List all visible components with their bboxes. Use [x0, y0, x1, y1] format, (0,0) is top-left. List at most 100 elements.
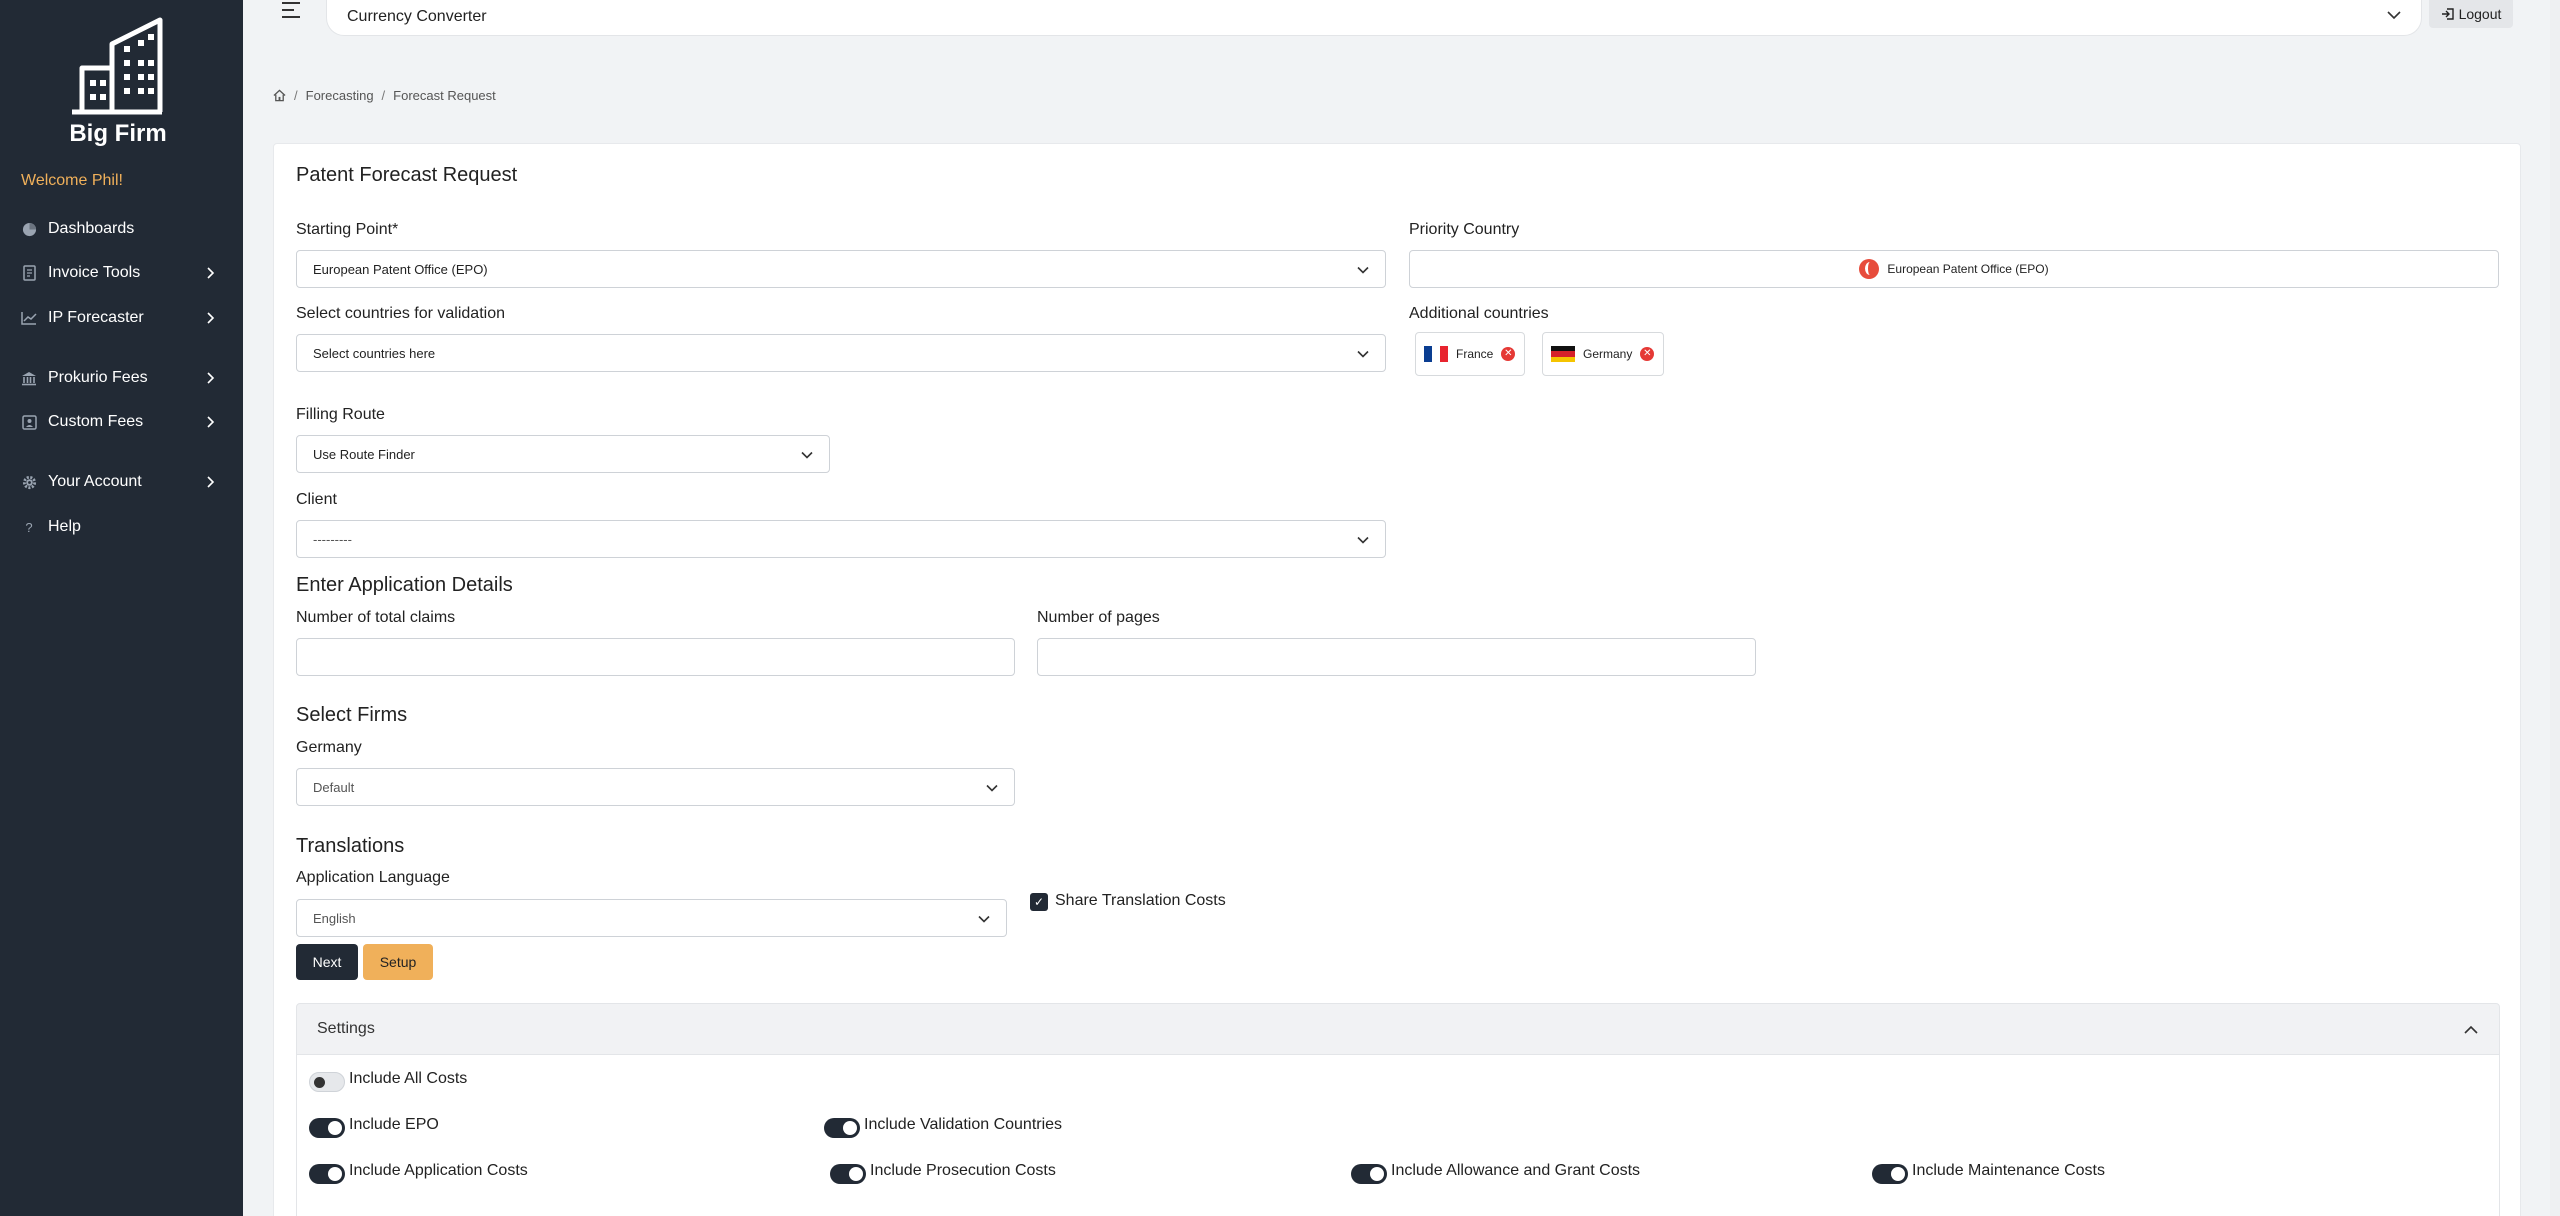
login-icon	[2441, 8, 2454, 20]
question-icon: ?	[25, 519, 33, 535]
germany-flag-icon	[1551, 346, 1575, 362]
next-button[interactable]: Next	[296, 944, 358, 980]
include-epo-toggle[interactable]	[309, 1118, 345, 1138]
setup-button[interactable]: Setup	[363, 944, 433, 980]
include-all-costs-toggle[interactable]	[309, 1072, 345, 1092]
chevron-right-icon	[207, 476, 215, 488]
share-translation-checkbox[interactable]: ✓	[1030, 893, 1048, 911]
breadcrumb-separator: /	[381, 88, 386, 103]
page-title: Patent Forecast Request	[296, 164, 518, 186]
priority-country-value: European Patent Office (EPO)	[1887, 262, 2049, 276]
settings-accordion-header[interactable]: Settings	[296, 1003, 2500, 1055]
sidebar-item-label: Your Account	[48, 473, 142, 490]
sidebar-item-custom-fees[interactable]: Custom Fees	[0, 402, 243, 442]
chevron-down-icon	[801, 451, 813, 459]
sidebar-item-label: Dashboards	[48, 220, 135, 237]
firm-value: Default	[313, 779, 355, 795]
include-validation-countries-label: Include Validation Countries	[864, 1116, 1063, 1133]
filing-route-value: Use Route Finder	[313, 446, 415, 462]
include-all-costs-label: Include All Costs	[349, 1070, 468, 1087]
chevron-right-icon	[207, 312, 215, 324]
starting-point-select[interactable]: European Patent Office (EPO)	[296, 250, 1386, 288]
pages-input[interactable]	[1037, 638, 1756, 676]
firm-select[interactable]: Default	[296, 768, 1015, 806]
country-chip-label: Germany	[1583, 347, 1633, 361]
remove-country-icon[interactable]: ✕	[1640, 347, 1655, 361]
include-validation-countries-toggle[interactable]	[824, 1118, 860, 1138]
user-card-icon	[21, 414, 37, 430]
sidebar-item-dashboards[interactable]: Dashboards	[0, 209, 243, 249]
chevron-down-icon	[978, 915, 990, 923]
dashboard-icon	[21, 221, 37, 237]
france-flag-icon	[1424, 346, 1448, 362]
settings-panel: Include All Costs Include EPO Include Va…	[296, 1054, 2500, 1216]
application-language-select[interactable]: English	[296, 899, 1007, 937]
validation-countries-label: Select countries for validation	[296, 305, 505, 322]
currency-converter-label: Currency Converter	[347, 7, 487, 25]
client-value: ---------	[313, 531, 352, 547]
priority-country-label: Priority Country	[1409, 221, 1520, 238]
client-label: Client	[296, 491, 337, 508]
application-language-value: English	[313, 910, 356, 926]
chevron-down-icon	[1357, 536, 1369, 544]
sidebar-item-label: Invoice Tools	[48, 264, 141, 281]
include-allowance-grant-costs-toggle[interactable]	[1351, 1164, 1387, 1184]
include-prosecution-costs-toggle[interactable]	[830, 1164, 866, 1184]
logout-label: Logout	[2458, 6, 2502, 22]
sidebar-item-label: Help	[48, 518, 81, 535]
firm-country-label: Germany	[296, 739, 362, 756]
invoice-icon	[21, 265, 37, 281]
breadcrumb-forecasting[interactable]: Forecasting	[306, 88, 374, 103]
breadcrumb-forecast-request: Forecast Request	[393, 88, 496, 103]
starting-point-label: Starting Point*	[296, 221, 399, 238]
country-chip-france: France ✕	[1415, 332, 1525, 376]
sidebar: Big Firm Welcome Phil! Dashboards Invoic…	[0, 0, 243, 1216]
chevron-down-icon	[1357, 350, 1369, 358]
application-language-label: Application Language	[296, 869, 450, 886]
chevron-down-icon	[2387, 11, 2401, 20]
total-claims-input[interactable]	[296, 638, 1015, 676]
priority-country-display: European Patent Office (EPO)	[1409, 250, 2499, 288]
client-select[interactable]: ---------	[296, 520, 1386, 558]
sidebar-item-invoice-tools[interactable]: Invoice Tools	[0, 253, 243, 293]
chevron-right-icon	[207, 267, 215, 279]
breadcrumb: / Forecasting / Forecast Request	[273, 88, 496, 103]
sidebar-item-help[interactable]: ? Help	[0, 507, 243, 547]
breadcrumb-separator: /	[294, 88, 298, 103]
sidebar-item-ip-forecaster[interactable]: IP Forecaster	[0, 298, 243, 338]
additional-countries-label: Additional countries	[1409, 305, 1549, 322]
include-maintenance-costs-label: Include Maintenance Costs	[1912, 1162, 2105, 1179]
brand-name: Big Firm	[69, 120, 167, 147]
filing-route-label: Filling Route	[296, 406, 385, 423]
sidebar-item-label: Custom Fees	[48, 413, 144, 430]
filing-route-select[interactable]: Use Route Finder	[296, 435, 830, 473]
include-maintenance-costs-toggle[interactable]	[1872, 1164, 1908, 1184]
currency-converter-dropdown[interactable]: Currency Converter	[326, 0, 2422, 36]
sidebar-item-your-account[interactable]: Your Account	[0, 462, 243, 502]
settings-heading: Settings	[317, 1020, 375, 1037]
include-allowance-grant-costs-label: Include Allowance and Grant Costs	[1391, 1162, 1641, 1179]
hamburger-menu-icon[interactable]	[280, 0, 304, 22]
validation-countries-placeholder: Select countries here	[313, 345, 436, 361]
chevron-down-icon	[1357, 266, 1369, 274]
include-epo-label: Include EPO	[349, 1116, 439, 1133]
building-logo-icon	[72, 17, 163, 115]
logout-button[interactable]: Logout	[2429, 0, 2513, 28]
chevron-right-icon	[207, 416, 215, 428]
include-application-costs-toggle[interactable]	[309, 1164, 345, 1184]
sidebar-item-label: IP Forecaster	[48, 309, 144, 326]
gear-icon	[21, 474, 37, 490]
country-chip-germany: Germany ✕	[1542, 332, 1664, 376]
welcome-message: Welcome Phil!	[21, 172, 123, 189]
epo-logo-icon	[1859, 259, 1880, 279]
bank-icon	[21, 370, 37, 386]
select-firms-heading: Select Firms	[296, 704, 408, 726]
include-application-costs-label: Include Application Costs	[349, 1162, 528, 1179]
page-scrollbar[interactable]	[2550, 0, 2560, 1216]
validation-countries-select[interactable]: Select countries here	[296, 334, 1386, 372]
sidebar-item-prokurio-fees[interactable]: Prokurio Fees	[0, 358, 243, 398]
home-icon[interactable]	[273, 89, 286, 102]
chart-line-icon	[21, 310, 37, 326]
starting-point-value: European Patent Office (EPO)	[313, 261, 488, 277]
remove-country-icon[interactable]: ✕	[1501, 347, 1516, 361]
